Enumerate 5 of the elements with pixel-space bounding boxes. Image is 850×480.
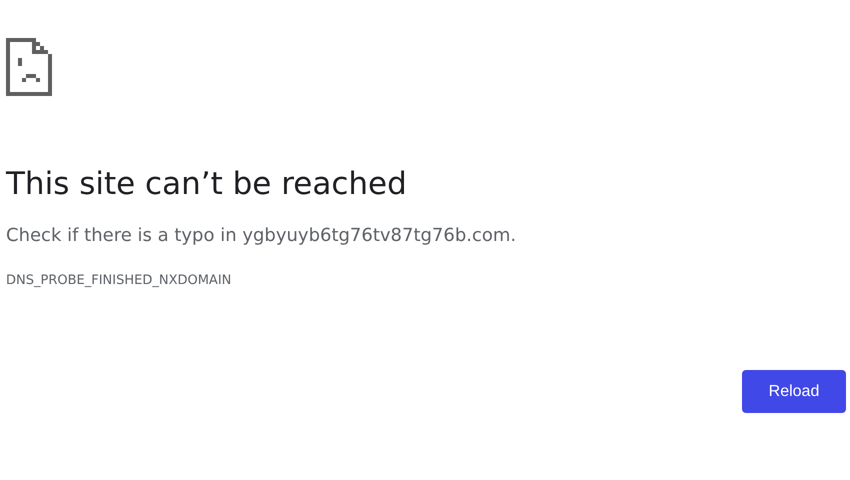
sad-page-icon bbox=[6, 38, 52, 96]
error-heading: This site can’t be reached bbox=[6, 165, 407, 204]
reload-button[interactable]: Reload bbox=[742, 370, 846, 413]
error-code: DNS_PROBE_FINISHED_NXDOMAIN bbox=[6, 272, 232, 290]
error-message: Check if there is a typo in ygbyuyb6tg76tv87tg76b.com. bbox=[6, 224, 516, 248]
